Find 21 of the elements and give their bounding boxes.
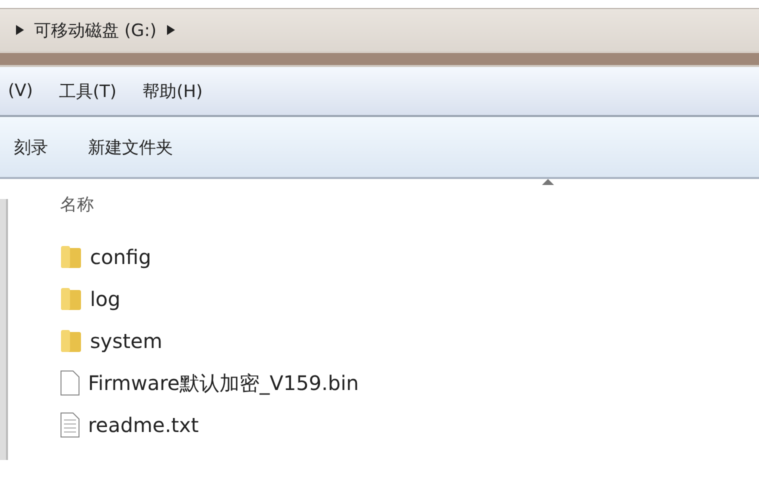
text-file-icon (60, 412, 80, 438)
menu-item[interactable]: (V) (8, 81, 33, 101)
folder-icon (60, 287, 82, 311)
folder-icon (60, 329, 82, 353)
column-header[interactable]: 名称 (60, 193, 759, 216)
file-name[interactable]: log (90, 287, 120, 311)
file-icon (60, 370, 80, 396)
folder-icon (60, 245, 82, 269)
menu-item[interactable]: 工具(T) (58, 80, 117, 102)
menu-item[interactable]: 帮助(H) (142, 80, 203, 102)
file-name[interactable]: system (90, 329, 162, 353)
toolbar-button[interactable]: 刻录 (14, 136, 48, 158)
arrow-icon (166, 25, 175, 35)
arrow-icon (16, 25, 24, 35)
file-name[interactable]: readme.txt (88, 413, 199, 437)
file-name[interactable]: Firmware默认加密_V159.bin (88, 370, 359, 396)
address-bar[interactable]: 可移动磁盘 (G:) (0, 8, 759, 51)
file-name[interactable]: config (90, 245, 152, 269)
toolbar-button[interactable]: 新建文件夹 (88, 136, 173, 158)
breadcrumb[interactable]: 可移动磁盘 (G:) (34, 18, 157, 42)
scrollbar[interactable] (0, 199, 8, 460)
